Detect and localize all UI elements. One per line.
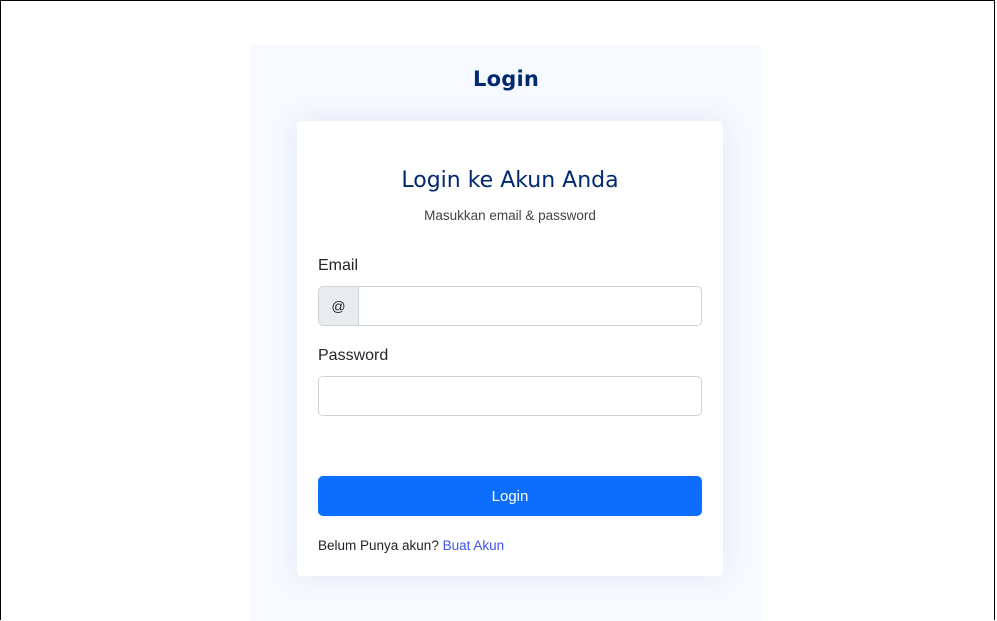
login-button[interactable]: Login: [318, 476, 702, 516]
page-title: Login: [473, 67, 539, 91]
email-input-group: @: [318, 286, 702, 326]
register-prompt-line: Belum Punya akun? Buat Akun: [318, 538, 504, 553]
card-title: Login ke Akun Anda: [401, 168, 619, 193]
at-sign-icon: @: [318, 286, 358, 326]
login-section: Login Login ke Akun Anda Masukkan email …: [251, 45, 761, 621]
password-input[interactable]: [318, 376, 702, 416]
window-frame: Login Login ke Akun Anda Masukkan email …: [0, 0, 995, 621]
create-account-link[interactable]: Buat Akun: [443, 538, 505, 553]
email-label: Email: [318, 257, 359, 274]
card-subtitle: Masukkan email & password: [424, 208, 596, 223]
password-label: Password: [318, 347, 389, 364]
register-prompt-text: Belum Punya akun?: [318, 538, 439, 553]
login-card: Login ke Akun Anda Masukkan email & pass…: [297, 121, 723, 576]
email-input[interactable]: [358, 286, 702, 326]
